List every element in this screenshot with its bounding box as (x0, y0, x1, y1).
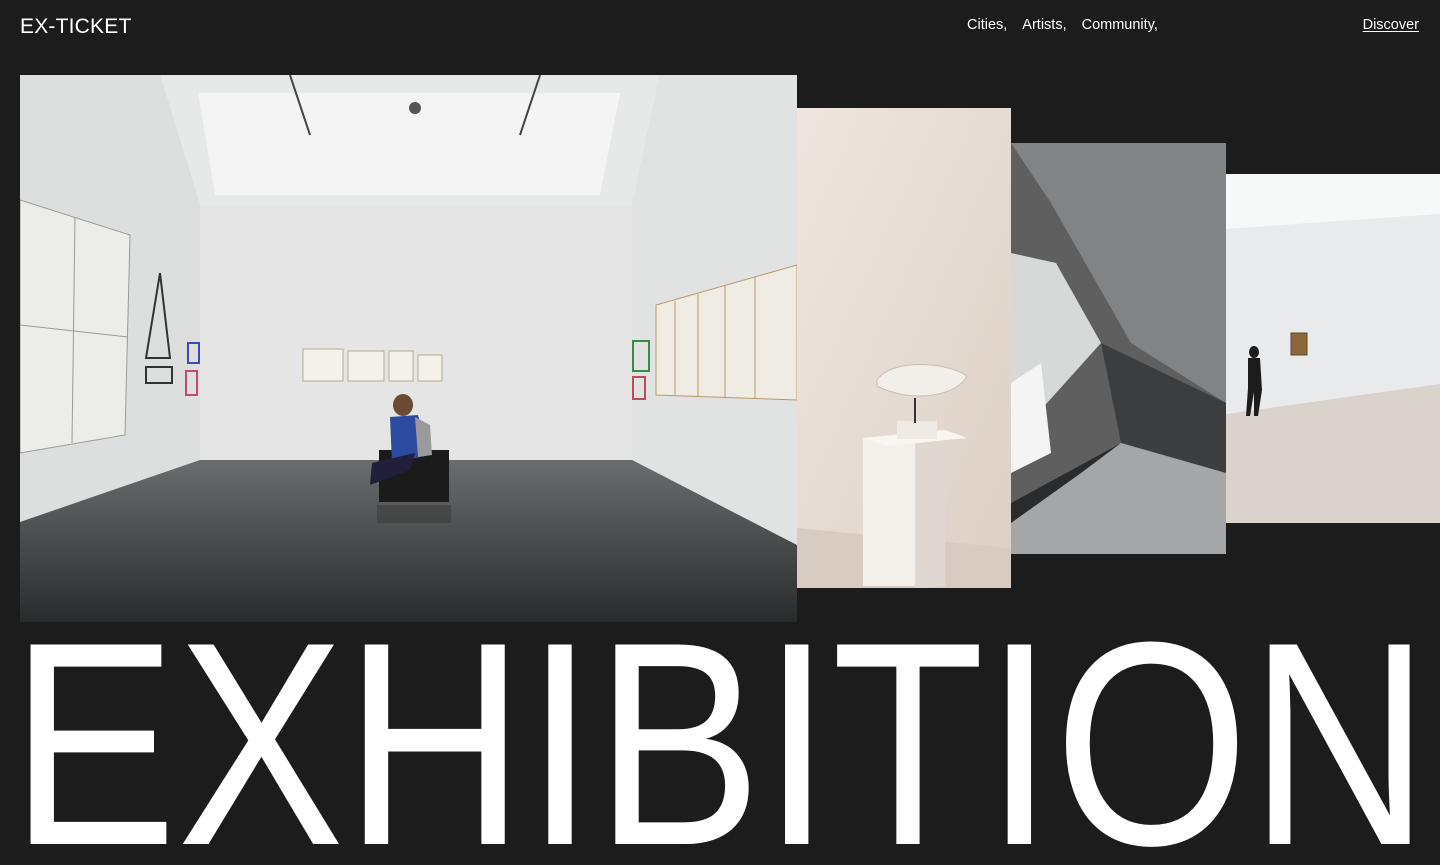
sculpture-pedestal-photo[interactable] (797, 108, 1011, 588)
main-nav: Cities, Artists, Community, (967, 17, 1158, 33)
architecture-abstract-photo[interactable] (1011, 143, 1226, 554)
nav-cities[interactable]: Cities, (967, 17, 1007, 33)
nav-artists[interactable]: Artists, (1022, 17, 1066, 33)
site-logo[interactable]: EX-TICKET (20, 15, 131, 39)
gallery-visitor-photo[interactable] (1226, 174, 1440, 523)
nav-community[interactable]: Community, (1082, 17, 1158, 33)
hero-title-text: EXHIBITION (10, 612, 1430, 865)
hero-title: EXHIBITION (0, 612, 1440, 865)
gallery-room-child-photo[interactable] (20, 75, 797, 622)
discover-link[interactable]: Discover (1363, 17, 1419, 33)
